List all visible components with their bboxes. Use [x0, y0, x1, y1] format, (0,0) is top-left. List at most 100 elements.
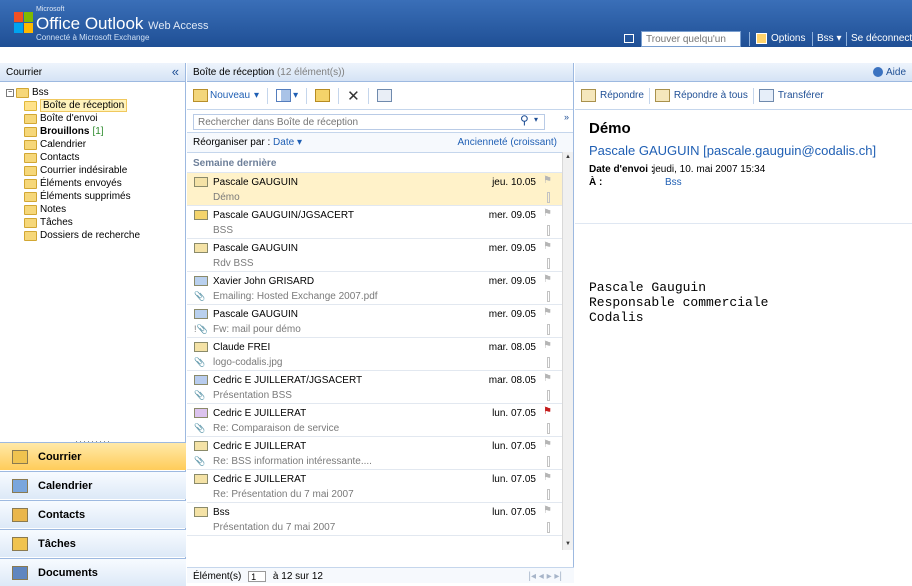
- mailbox-menu[interactable]: Bss ▾: [817, 33, 841, 44]
- new-dropdown-icon[interactable]: ▾: [254, 90, 259, 101]
- move-to-folder-icon[interactable]: [315, 89, 331, 102]
- message-row[interactable]: Bss lun. 07.05 ⚑ Présentation du 7 mai 2007: [187, 503, 562, 536]
- documents-icon: [12, 565, 28, 580]
- to-recipient[interactable]: Bss: [653, 177, 682, 188]
- reply-button[interactable]: Répondre: [581, 89, 644, 102]
- first-page-icon[interactable]: |◂: [528, 571, 536, 582]
- flag-icon[interactable]: ⚑: [543, 208, 552, 219]
- logout-link[interactable]: Se déconnect: [851, 33, 912, 44]
- delete-icon[interactable]: ✕: [347, 87, 360, 105]
- folder-6[interactable]: Éléments envoyés: [6, 177, 185, 190]
- message-row[interactable]: Pascale GAUGUIN mer. 09.05 ⚑ Rdv BSS: [187, 239, 562, 272]
- category-stripe[interactable]: [547, 324, 550, 335]
- expand-search-icon[interactable]: »: [564, 112, 569, 122]
- attachment-icon: 📎: [194, 390, 206, 400]
- folder-3[interactable]: Calendrier: [6, 138, 185, 151]
- view-layout-icon[interactable]: [276, 89, 292, 102]
- folder-7[interactable]: Éléments supprimés: [6, 190, 185, 203]
- scroll-up-icon[interactable]: ▲: [564, 153, 572, 162]
- category-stripe[interactable]: [547, 192, 550, 203]
- message-row[interactable]: Cedric E JUILLERAT lun. 07.05 ⚑ 📎 Re: BSS in…: [187, 437, 562, 470]
- message-row[interactable]: Pascale GAUGUIN mer. 09.05 ⚑ !📎 Fw: mail pou…: [187, 305, 562, 338]
- category-stripe[interactable]: [547, 489, 550, 500]
- help-link[interactable]: Aide: [872, 67, 906, 78]
- forward-button[interactable]: Transférer: [758, 89, 824, 102]
- folder-4[interactable]: Contacts: [6, 151, 185, 164]
- options-link[interactable]: Options: [771, 33, 805, 44]
- category-stripe[interactable]: [547, 357, 550, 368]
- check-messages-icon[interactable]: [376, 89, 392, 102]
- tree-root[interactable]: − Bss: [6, 86, 185, 99]
- category-stripe[interactable]: [547, 291, 550, 302]
- flag-icon[interactable]: ⚑: [543, 340, 552, 351]
- folder-0[interactable]: Boîte de réception: [6, 99, 185, 112]
- folder-label: Dossiers de recherche: [40, 230, 141, 241]
- inbox-search-input[interactable]: [193, 114, 545, 130]
- search-icon[interactable]: ⚲: [520, 113, 529, 127]
- nav-button-3[interactable]: Tâches: [0, 529, 186, 557]
- flag-icon[interactable]: ⚑: [543, 406, 552, 417]
- message-row[interactable]: Pascale GAUGUIN jeu. 10.05 ⚑ Démo: [187, 173, 562, 206]
- message-date: mar. 08.05: [488, 375, 536, 386]
- category-stripe[interactable]: [547, 423, 550, 434]
- category-stripe[interactable]: [547, 225, 550, 236]
- folder-8[interactable]: Notes: [6, 203, 185, 216]
- nav-button-0[interactable]: Courrier: [0, 442, 186, 470]
- list-toolbar: Nouveau ▾ ▾ ✕: [187, 82, 573, 110]
- flag-icon[interactable]: ⚑: [543, 175, 552, 186]
- message-row[interactable]: Claude FREI mar. 08.05 ⚑ 📎 logo-codalis.jpg: [187, 338, 562, 371]
- folder-9[interactable]: Tâches: [6, 216, 185, 229]
- category-stripe[interactable]: [547, 456, 550, 467]
- calendar-icon: [12, 478, 28, 493]
- prev-page-icon[interactable]: ◂: [539, 571, 544, 582]
- mailbox-icon: [16, 87, 29, 98]
- junk-icon: [24, 165, 37, 176]
- toolbar-separator: [267, 87, 269, 104]
- folder-10[interactable]: Dossiers de recherche: [6, 229, 185, 242]
- reply-all-button[interactable]: Répondre à tous: [654, 89, 748, 102]
- flag-icon[interactable]: ⚑: [543, 505, 552, 516]
- attachment-icon: 📎: [194, 456, 206, 466]
- flag-icon[interactable]: ⚑: [543, 274, 552, 285]
- page-number-input[interactable]: 1: [248, 571, 267, 582]
- open-envelope-icon: [194, 177, 208, 187]
- flag-icon[interactable]: ⚑: [543, 241, 552, 252]
- message-row[interactable]: Cedric E JUILLERAT lun. 07.05 ⚑ Re: Présent…: [187, 470, 562, 503]
- address-book-icon[interactable]: [624, 34, 634, 43]
- sort-order-dropdown[interactable]: Ancienneté (croissant): [458, 137, 558, 148]
- message-row[interactable]: Cedric E JUILLERAT lun. 07.05 ⚑ 📎 Re: Compar…: [187, 404, 562, 437]
- folder-5[interactable]: Courrier indésirable: [6, 164, 185, 177]
- scroll-down-icon[interactable]: ▼: [564, 540, 572, 549]
- message-sender: Pascale GAUGUIN: [213, 309, 299, 320]
- message-row[interactable]: Pascale GAUGUIN/JGSACERT mer. 09.05 ⚑ BSS: [187, 206, 562, 239]
- sort-field-dropdown[interactable]: Date ▾: [273, 137, 302, 148]
- next-page-icon[interactable]: ▸: [547, 571, 552, 582]
- message-sender: Pascale GAUGUIN/JGSACERT: [213, 210, 354, 221]
- search-options-icon[interactable]: ▾: [534, 115, 538, 124]
- category-stripe[interactable]: [547, 258, 550, 269]
- flag-icon[interactable]: ⚑: [543, 472, 552, 483]
- view-dropdown-icon[interactable]: ▾: [293, 90, 298, 101]
- new-button[interactable]: Nouveau: [210, 90, 250, 101]
- category-stripe[interactable]: [547, 390, 550, 401]
- reply-all-icon: [654, 89, 670, 102]
- last-page-icon[interactable]: ▸|: [554, 571, 562, 582]
- message-row[interactable]: Cedric E JUILLERAT/JGSACERT mar. 08.05 ⚑ 📎 P…: [187, 371, 562, 404]
- message-sender[interactable]: Pascale GAUGUIN [pascale.gauguin@codalis…: [589, 143, 898, 158]
- folder-2[interactable]: Brouillons [1]: [6, 125, 185, 138]
- collapse-pane-icon[interactable]: «: [172, 64, 179, 79]
- nav-button-1[interactable]: Calendrier: [0, 471, 186, 499]
- collapse-toggle-icon[interactable]: −: [6, 88, 14, 97]
- options-icon[interactable]: [756, 33, 767, 44]
- new-message-icon[interactable]: [193, 89, 208, 102]
- message-row[interactable]: Xavier John GRISARD mer. 09.05 ⚑ 📎 Emailing:…: [187, 272, 562, 305]
- nav-button-4[interactable]: Documents: [0, 558, 186, 586]
- folder-1[interactable]: Boîte d'envoi: [6, 112, 185, 125]
- flag-icon[interactable]: ⚑: [543, 439, 552, 450]
- flag-icon[interactable]: ⚑: [543, 373, 552, 384]
- list-scrollbar[interactable]: ▲ ▼: [562, 152, 573, 550]
- category-stripe[interactable]: [547, 522, 550, 533]
- nav-button-2[interactable]: Contacts: [0, 500, 186, 528]
- find-someone-input[interactable]: [641, 31, 741, 47]
- flag-icon[interactable]: ⚑: [543, 307, 552, 318]
